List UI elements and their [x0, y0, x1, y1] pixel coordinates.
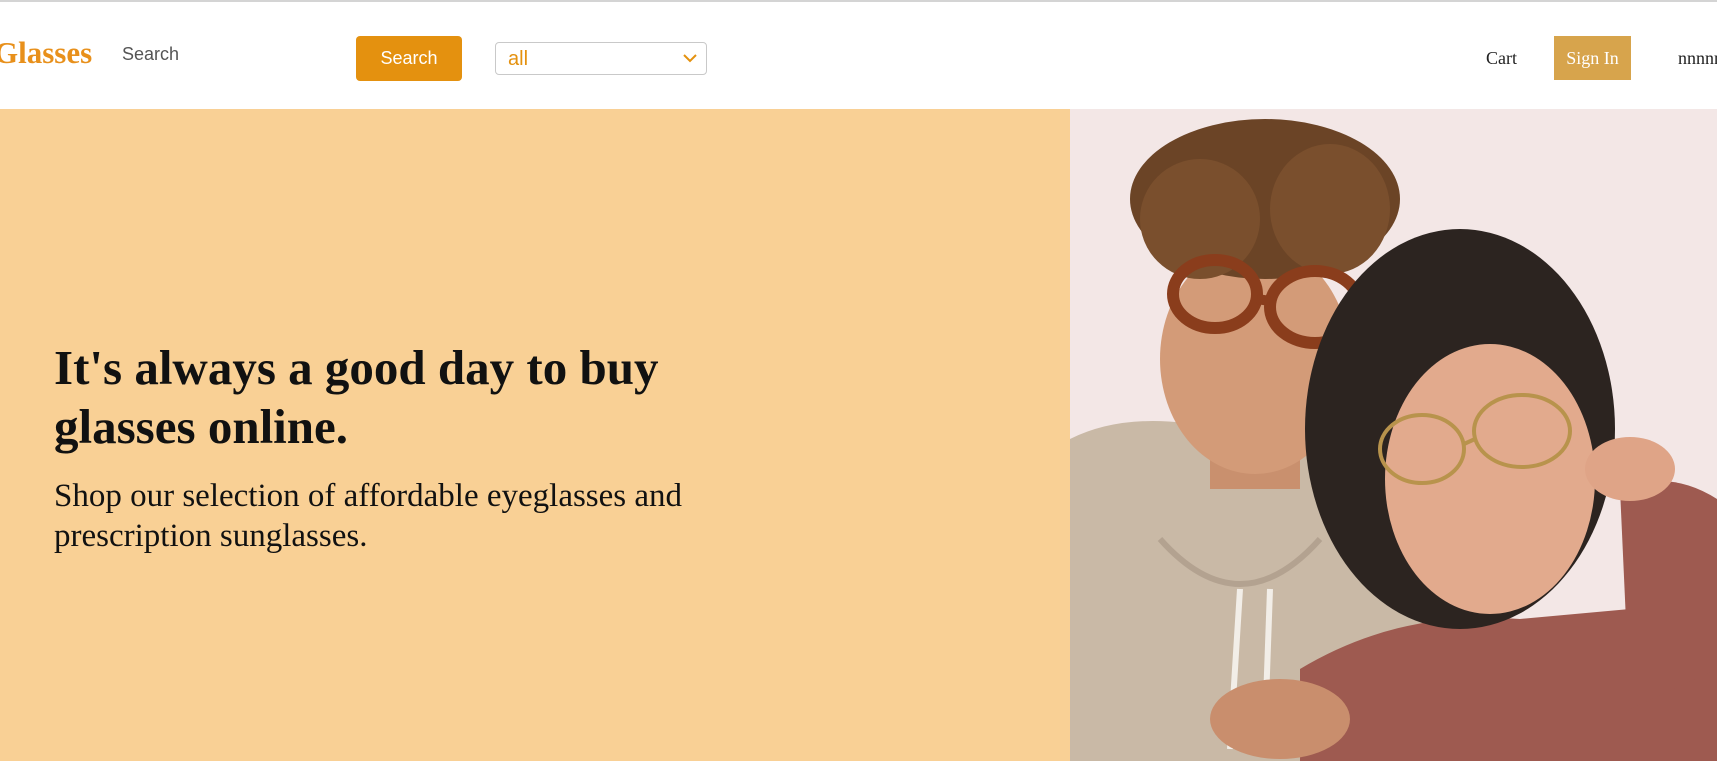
navbar: Glasses Search all Cart Sign In nnnnn	[0, 2, 1717, 109]
logo[interactable]: Glasses	[0, 37, 92, 68]
sign-in-button[interactable]: Sign In	[1554, 36, 1631, 80]
hero-photo-illustration	[1070, 109, 1717, 761]
hero-subtitle: Shop our selection of affordable eyeglas…	[54, 478, 683, 554]
user-name[interactable]: nnnnn	[1678, 48, 1717, 69]
search-button[interactable]: Search	[356, 36, 462, 81]
hero-title: It's always a good day to buy glasses on…	[54, 340, 659, 454]
category-select-value: all	[508, 48, 529, 70]
search-input[interactable]	[112, 39, 312, 69]
cart-link[interactable]: Cart	[1486, 48, 1517, 69]
chevron-down-icon	[683, 54, 697, 63]
hero-photo-couple-glasses	[1070, 109, 1717, 761]
category-select[interactable]: all	[495, 42, 707, 75]
